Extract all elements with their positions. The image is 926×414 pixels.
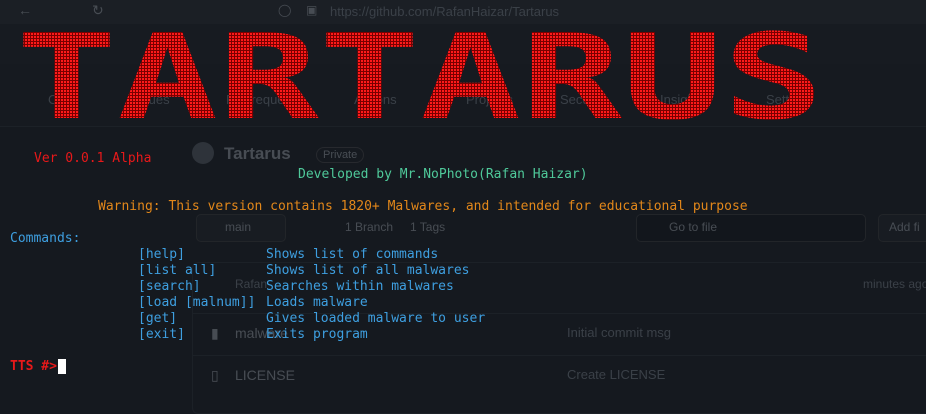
terminal-output: Ver 0.0.1 Alpha Developed by Mr.NoPhoto(… bbox=[0, 0, 926, 406]
command-name: [exit] bbox=[138, 327, 185, 342]
commands-header: Commands: bbox=[10, 231, 81, 246]
command-description: Gives loaded malware to user bbox=[266, 311, 486, 326]
version-text: Ver 0.0.1 Alpha bbox=[34, 151, 152, 166]
command-name: [search] bbox=[138, 279, 201, 294]
text-cursor[interactable] bbox=[58, 359, 66, 374]
command-name: [list all] bbox=[138, 263, 217, 278]
command-description: Loads malware bbox=[266, 295, 368, 310]
command-name: [help] bbox=[138, 247, 185, 262]
warning-message: Warning: This version contains 1820+ Mal… bbox=[98, 199, 748, 214]
command-description: Exits program bbox=[266, 327, 368, 342]
command-name: [load [malnum]] bbox=[138, 295, 256, 310]
command-name: [get] bbox=[138, 311, 178, 326]
prompt-label: TTS #> bbox=[10, 359, 57, 374]
command-description: Shows list of all malwares bbox=[266, 263, 470, 278]
command-description: Shows list of commands bbox=[266, 247, 439, 262]
developer-credit: Developed by Mr.NoPhoto(Rafan Haizar) bbox=[298, 167, 588, 182]
command-description: Searches within malwares bbox=[266, 279, 454, 294]
